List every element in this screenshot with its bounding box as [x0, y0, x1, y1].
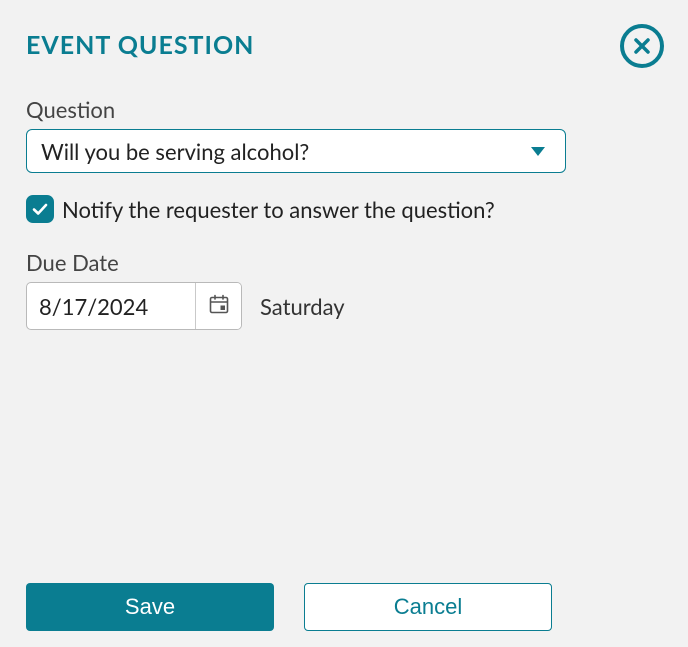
event-question-dialog: EVENT QUESTION Question Will you be serv… [0, 0, 688, 647]
chevron-down-icon [531, 147, 545, 156]
calendar-icon [208, 293, 230, 319]
due-date-day-of-week: Saturday [260, 293, 345, 320]
due-date-value: 8/17/2024 [27, 283, 195, 329]
question-select[interactable]: Will you be serving alcohol? [26, 129, 566, 173]
save-button[interactable]: Save [26, 583, 274, 631]
notify-row: Notify the requester to answer the quest… [26, 195, 662, 223]
due-date-input[interactable]: 8/17/2024 [26, 282, 242, 330]
cancel-button[interactable]: Cancel [304, 583, 552, 631]
notify-checkbox[interactable] [26, 195, 54, 223]
due-date-row: 8/17/2024 Saturday [26, 282, 662, 330]
dialog-title: EVENT QUESTION [26, 30, 662, 60]
close-icon [633, 37, 651, 55]
due-date-label: Due Date [26, 249, 662, 276]
notify-label: Notify the requester to answer the quest… [62, 196, 495, 223]
dialog-footer: Save Cancel [26, 583, 552, 631]
close-button[interactable] [620, 24, 664, 68]
question-label: Question [26, 96, 662, 123]
checkmark-icon [31, 200, 49, 218]
calendar-button[interactable] [195, 283, 241, 329]
question-select-value: Will you be serving alcohol? [41, 138, 531, 165]
